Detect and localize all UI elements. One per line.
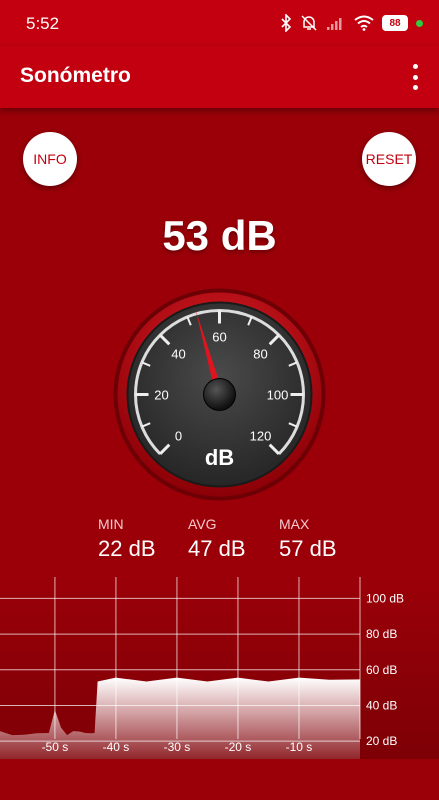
current-db-reading: 53 dB	[162, 212, 277, 259]
chart-y-tick-label: 80 dB	[366, 627, 397, 641]
battery-icon: 88	[382, 15, 408, 31]
stat-avg-label: AVG	[188, 516, 217, 532]
chart-y-tick-label: 100 dB	[366, 591, 404, 605]
chart-x-tick-label: -10 s	[286, 740, 313, 754]
sound-level-gauge: 0 20 40 60 80 100 120 dB	[113, 288, 326, 501]
notification-dot-icon	[416, 19, 423, 27]
chart-y-tick-label: 60 dB	[366, 663, 397, 677]
stat-min-value: 22 dB	[98, 536, 156, 561]
gauge-unit-label: dB	[205, 445, 234, 470]
gauge-tick-label: 120	[250, 429, 272, 444]
info-button[interactable]: INFO	[23, 132, 77, 186]
menu-dot	[412, 74, 418, 80]
stat-max: MAX 57 dB	[279, 516, 337, 562]
wifi-icon	[354, 15, 374, 31]
stat-min: MIN 22 dB	[98, 516, 156, 562]
stat-max-label: MAX	[279, 516, 310, 532]
menu-dot	[412, 85, 418, 90]
chart-y-tick-label: 40 dB	[366, 698, 397, 712]
stat-avg-value: 47 dB	[188, 536, 246, 561]
menu-dot	[412, 64, 418, 69]
app-bar: Sonómetro	[0, 46, 439, 108]
app-title: Sonómetro	[20, 64, 131, 87]
chart-x-tick-label: -20 s	[225, 740, 252, 754]
mute-icon	[301, 15, 317, 31]
gauge-hub	[203, 378, 236, 411]
stat-avg: AVG 47 dB	[188, 516, 246, 562]
chart-y-tick-label: 20 dB	[366, 734, 397, 748]
more-vert-icon[interactable]	[407, 64, 423, 90]
gauge-tick-label: 100	[267, 388, 289, 403]
stats-row: MIN 22 dB AVG 47 dB MAX 57 dB	[0, 516, 439, 568]
status-bar: 5:52 88	[0, 0, 439, 46]
gauge-tick-label: 0	[175, 429, 182, 444]
gauge-tick-label: 20	[154, 388, 168, 403]
signal-icon	[327, 18, 342, 30]
chart-x-tick-label: -40 s	[103, 740, 130, 754]
gauge-tick-label: 60	[212, 330, 226, 345]
status-icons: 88	[280, 12, 423, 34]
gauge-tick-label: 80	[253, 346, 267, 361]
stat-min-label: MIN	[98, 516, 124, 532]
bluetooth-icon	[281, 14, 292, 32]
status-time: 5:52	[26, 14, 60, 33]
navigation-bar	[0, 760, 439, 800]
stat-max-value: 57 dB	[279, 536, 337, 561]
chart-x-tick-label: -30 s	[164, 740, 191, 754]
gauge-tick-label: 40	[171, 346, 185, 361]
history-chart: -50 s -40 s -30 s -20 s -10 s 100 dB 80 dB 60 …	[0, 577, 439, 759]
reset-button[interactable]: RESET	[362, 132, 416, 186]
chart-x-tick-label: -50 s	[42, 740, 69, 754]
